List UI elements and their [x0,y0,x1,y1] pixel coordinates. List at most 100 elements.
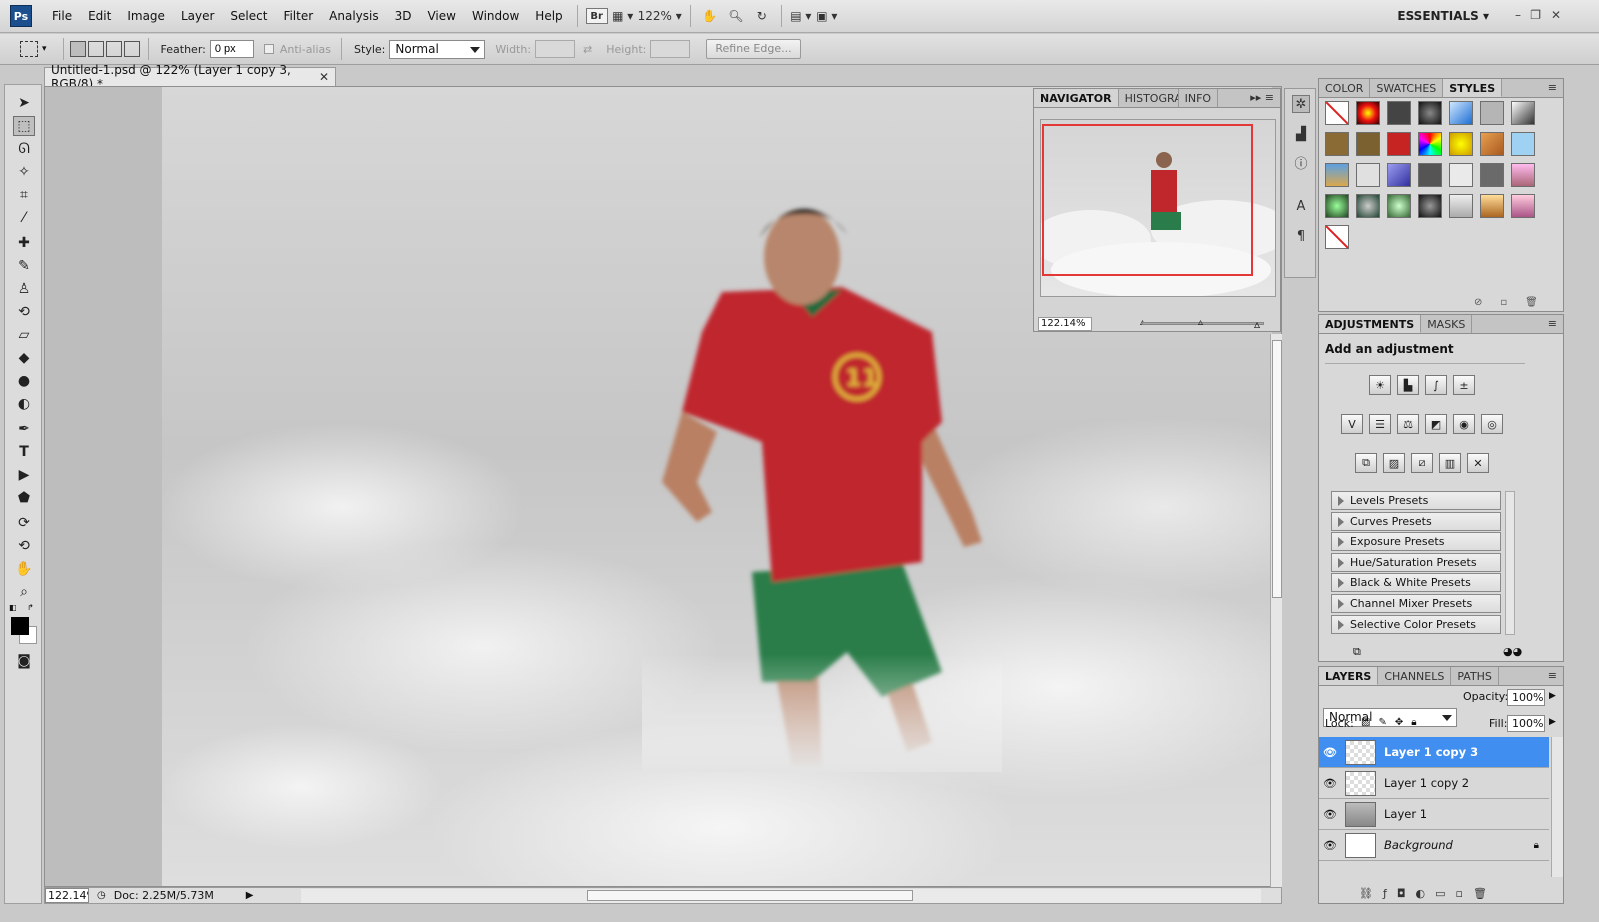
rotate-view-icon[interactable]: ↻ [751,5,773,27]
style-swatch-none[interactable] [1325,101,1349,125]
layer-row[interactable]: 👁︎ Layer 1 [1319,799,1549,830]
levels-icon[interactable]: ▙ [1397,375,1419,395]
height-input[interactable] [650,40,691,58]
clone-stamp-tool-icon[interactable]: ♙ [13,279,35,299]
style-swatch[interactable] [1387,101,1411,125]
menu-select[interactable]: Select [222,9,275,23]
fill-arrow-icon[interactable]: ▶ [1549,717,1556,727]
history-brush-tool-icon[interactable]: ⟲ [13,302,35,322]
antialias-checkbox[interactable] [263,44,274,54]
swap-icon[interactable]: ⇄ [583,43,592,56]
layers-footer-icons[interactable]: ⛓ƒ◘◐▭▫🗑︎ [1359,887,1497,900]
zoom-in-icon[interactable]: ▵ [1254,317,1260,331]
gradient-map-icon[interactable]: ▥ [1439,453,1461,473]
style-swatch[interactable] [1418,101,1442,125]
shape-tool-icon[interactable]: ⬟ [13,488,35,508]
tab-paths[interactable]: PATHS [1451,667,1499,685]
menu-view[interactable]: View [419,9,463,23]
style-swatch[interactable] [1449,101,1473,125]
tab-color[interactable]: COLOR [1319,79,1371,97]
style-swatch[interactable] [1480,163,1504,187]
tab-styles[interactable]: STYLES [1443,79,1503,97]
style-swatch[interactable] [1511,194,1535,218]
style-swatch[interactable] [1511,132,1535,156]
menu-analysis[interactable]: Analysis [321,9,386,23]
style-swatch[interactable] [1511,101,1535,125]
vertical-scroll-thumb[interactable] [1272,340,1282,598]
posterize-icon[interactable]: ▨ [1383,453,1405,473]
channel-mixer-icon[interactable]: ◎ [1481,414,1503,434]
screen-mode-icon[interactable]: ▣ ▾ [816,5,838,27]
lasso-tool-icon[interactable]: ᘏ [13,139,35,159]
slider-thumb[interactable]: ▵ [1198,317,1203,328]
3d-rotate-tool-icon[interactable]: ⟳ [13,513,35,533]
style-swatch[interactable] [1356,132,1380,156]
style-swatch[interactable] [1480,194,1504,218]
marquee-preset-icon[interactable] [20,41,38,57]
photo-filter-icon[interactable]: ◉ [1453,414,1475,434]
navigator-thumbnail[interactable] [1040,119,1276,297]
horizontal-scroll-thumb[interactable] [587,890,913,901]
quick-mask-icon[interactable]: ◙ [13,651,35,671]
blur-tool-icon[interactable]: ● [13,371,35,391]
intersect-selection-icon[interactable] [123,41,140,57]
default-colors-icon[interactable]: ◧ [9,603,17,612]
dodge-tool-icon[interactable]: ◐ [13,394,35,414]
opacity-arrow-icon[interactable]: ▶ [1549,691,1556,701]
panel-menu-icon[interactable]: ≡ [1542,667,1563,685]
hand-tool-icon[interactable]: ✋ [699,5,721,27]
channel-mixer-presets[interactable]: Channel Mixer Presets [1331,594,1501,613]
eyedropper-tool-icon[interactable]: ⁄ [13,208,35,228]
vibrance-icon[interactable]: V [1341,414,1363,434]
threshold-icon[interactable]: ⧄ [1411,453,1433,473]
menu-edit[interactable]: Edit [80,9,119,23]
healing-brush-tool-icon[interactable]: ✚ [13,233,35,253]
info-panel-icon[interactable]: ⓘ [1292,153,1310,172]
zoom-field[interactable]: 122.14% [45,888,89,903]
menu-image[interactable]: Image [119,9,173,23]
style-swatch[interactable] [1356,163,1380,187]
close-icon[interactable]: ✕ [1551,8,1561,22]
levels-presets[interactable]: Levels Presets [1331,491,1501,510]
view-extras-icon[interactable]: ▦ ▾ [612,5,634,27]
histogram-panel-icon[interactable]: ▟ [1292,125,1310,143]
type-tool-icon[interactable]: T [13,442,35,462]
navigator-panel-icon[interactable]: ✲ [1292,95,1310,113]
tab-swatches[interactable]: SWATCHES [1370,79,1444,97]
feather-input[interactable] [209,40,254,58]
tab-channels[interactable]: CHANNELS [1378,667,1452,685]
workspace-switcher[interactable]: ESSENTIALS ▾ [1397,9,1489,23]
style-select[interactable]: Normal [389,39,486,59]
layers-scrollbar[interactable] [1551,737,1563,877]
photoshop-logo-icon[interactable]: Ps [10,5,32,27]
panel-menu-icon[interactable]: ≡ [1542,315,1563,333]
style-swatch[interactable] [1356,194,1380,218]
horizontal-scrollbar[interactable] [301,889,1261,903]
3d-orbit-tool-icon[interactable]: ⟲ [13,536,35,556]
tab-layers[interactable]: LAYERS [1319,667,1379,685]
style-swatch[interactable] [1325,163,1349,187]
hue-saturation-presets[interactable]: Hue/Saturation Presets [1331,553,1501,572]
tab-adjustments[interactable]: ADJUSTMENTS [1319,315,1422,333]
brush-tool-icon[interactable]: ✎ [13,256,35,276]
path-selection-tool-icon[interactable]: ▶ [13,465,35,485]
layer-row[interactable]: 👁︎ Layer 1 copy 2 [1319,768,1549,799]
crop-tool-icon[interactable]: ⌗ [13,185,35,205]
navigator-zoom-field[interactable]: 122.14% [1038,317,1092,331]
info-icon[interactable]: ◷ [97,890,106,901]
vertical-scrollbar[interactable] [1270,334,1282,887]
refine-edge-button[interactable]: Refine Edge... [706,39,801,59]
foreground-color-swatch[interactable] [11,617,29,635]
black-white-icon[interactable]: ◩ [1425,414,1447,434]
hue-saturation-icon[interactable]: ☰ [1369,414,1391,434]
style-swatch[interactable] [1418,132,1442,156]
style-swatch[interactable] [1449,163,1473,187]
menu-filter[interactable]: Filter [275,9,321,23]
arrange-documents-icon[interactable]: ▤ ▾ [790,5,812,27]
style-swatch[interactable] [1325,132,1349,156]
black-white-presets[interactable]: Black & White Presets [1331,573,1501,592]
return-to-list-icon[interactable]: ⧉ [1353,645,1361,659]
style-swatch[interactable] [1387,194,1411,218]
fill-input[interactable]: 100% [1507,715,1545,732]
eye-icon[interactable]: 👁︎ [1319,839,1341,852]
